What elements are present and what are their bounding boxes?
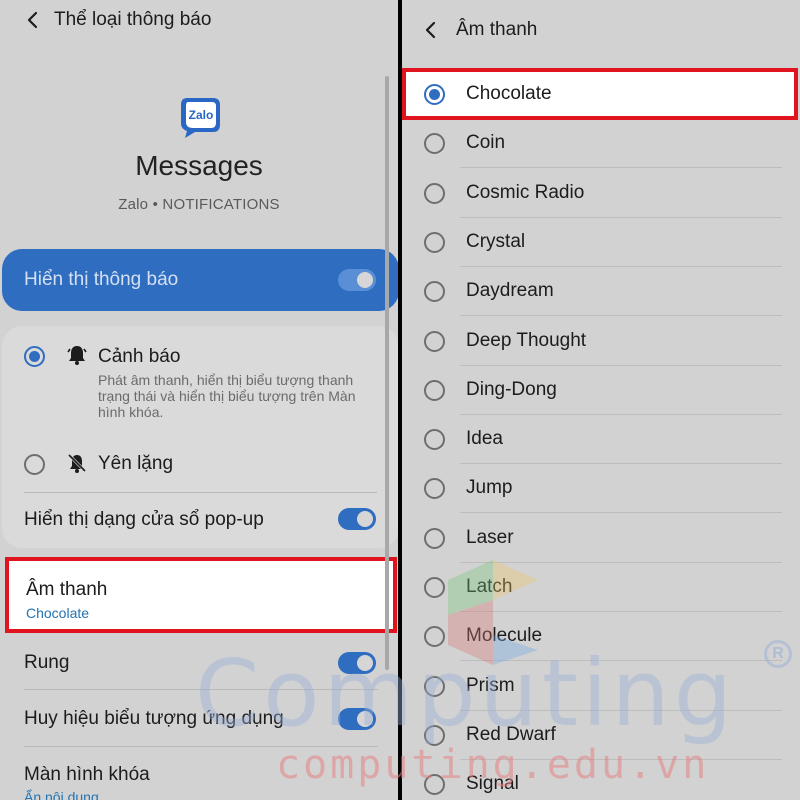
sound-option[interactable]: Chocolate xyxy=(402,70,800,119)
sound-name: Coin xyxy=(466,132,506,154)
sound-option[interactable]: Idea xyxy=(402,415,800,465)
sound-name: Ding-Dong xyxy=(466,378,557,400)
page-title: Âm thanh xyxy=(456,19,538,40)
popup-label: Hiển thị dạng cửa sổ pop-up xyxy=(24,509,264,530)
app-subtitle: Zalo • NOTIFICATIONS xyxy=(118,196,280,213)
bell-icon xyxy=(66,344,88,371)
divider xyxy=(24,746,378,747)
app-name: Messages xyxy=(135,150,263,181)
vibrate-toggle[interactable] xyxy=(338,652,376,674)
sound-name: Signal xyxy=(466,773,519,795)
show-notifications-label: Hiển thị thông báo xyxy=(24,269,179,290)
sound-option[interactable]: Coin xyxy=(402,119,800,169)
sound-name: Laser xyxy=(466,526,514,548)
sound-name: Chocolate xyxy=(466,83,552,104)
sound-option[interactable]: Molecule xyxy=(402,612,800,662)
sound-name: Red Dwarf xyxy=(466,723,556,745)
sound-radio[interactable] xyxy=(424,429,445,451)
sound-name: Crystal xyxy=(466,230,526,252)
sound-option[interactable]: Signal xyxy=(402,760,800,800)
alert-description: Phát âm thanh, hiển thị biểu tượng thanh… xyxy=(98,372,356,420)
header: Thể loại thông báo xyxy=(0,0,398,40)
divider xyxy=(24,689,378,690)
lock-screen-value: Ẩn nội dung xyxy=(24,789,99,800)
silent-radio[interactable] xyxy=(24,454,45,475)
scrollbar[interactable] xyxy=(385,76,389,670)
sound-name: Jump xyxy=(466,477,513,499)
sound-name: Prism xyxy=(466,674,515,696)
sound-name: Daydream xyxy=(466,280,554,302)
sound-option[interactable]: Deep Thought xyxy=(402,317,800,366)
sound-option[interactable]: Red Dwarf xyxy=(402,711,800,760)
back-arrow-icon[interactable] xyxy=(420,19,442,41)
silent-title: Yên lặng xyxy=(98,453,174,474)
divider xyxy=(24,492,377,493)
sound-value: Chocolate xyxy=(26,605,90,621)
sound-radio[interactable] xyxy=(424,379,445,401)
sound-radio[interactable] xyxy=(424,626,445,648)
sound-name: Cosmic Radio xyxy=(466,181,585,203)
header: Âm thanh xyxy=(402,10,800,50)
sound-radio[interactable] xyxy=(424,527,445,549)
sound-radio[interactable] xyxy=(424,675,445,697)
badge-toggle[interactable] xyxy=(338,708,376,730)
sound-option[interactable]: Daydream xyxy=(402,267,800,317)
sound-option[interactable]: Prism xyxy=(402,662,800,711)
sound-name: Latch xyxy=(466,576,513,597)
sound-label: Âm thanh xyxy=(26,579,108,600)
back-arrow-icon[interactable] xyxy=(22,9,44,31)
sound-radio[interactable] xyxy=(424,133,445,155)
sound-name: Idea xyxy=(466,428,503,450)
sound-name: Molecule xyxy=(466,625,543,647)
sound-radio[interactable] xyxy=(424,724,445,746)
sound-radio[interactable] xyxy=(424,84,445,105)
sound-setting-row[interactable]: Âm thanh Chocolate xyxy=(5,557,397,633)
zalo-logo-icon: Zalo xyxy=(177,94,223,140)
alert-radio[interactable] xyxy=(24,346,45,367)
sound-radio[interactable] xyxy=(424,330,445,352)
sound-option[interactable]: Laser xyxy=(402,514,800,563)
sound-picker-panel: Âm thanh Chocolate Coin Cosmic Radio Crysta… xyxy=(402,0,800,800)
sound-radio[interactable] xyxy=(424,182,445,204)
popup-toggle[interactable] xyxy=(338,508,376,530)
bell-off-icon xyxy=(66,452,88,479)
show-notifications-row[interactable]: Hiển thị thông báo xyxy=(2,249,398,311)
sound-option[interactable]: Cosmic Radio xyxy=(402,169,800,218)
svg-text:Zalo: Zalo xyxy=(189,108,214,122)
sound-radio[interactable] xyxy=(424,478,445,500)
alert-title: Cảnh báo xyxy=(98,346,181,367)
sound-option[interactable]: Latch xyxy=(402,563,800,612)
sound-option[interactable]: Ding-Dong xyxy=(402,366,800,415)
sound-radio[interactable] xyxy=(424,231,445,253)
page-title: Thể loại thông báo xyxy=(54,9,212,30)
sound-name: Deep Thought xyxy=(466,329,587,351)
lock-screen-label[interactable]: Màn hình khóa xyxy=(24,764,150,786)
badge-label: Huy hiệu biểu tượng ứng dụng xyxy=(24,708,284,729)
notification-category-panel: Thể loại thông báo Zalo Messages Zalo • … xyxy=(0,0,398,800)
sound-radio[interactable] xyxy=(424,577,445,598)
sound-radio[interactable] xyxy=(424,774,445,796)
sound-option[interactable]: Jump xyxy=(402,464,800,514)
show-notifications-toggle[interactable] xyxy=(338,269,376,291)
sound-radio[interactable] xyxy=(424,281,445,303)
vibrate-label: Rung xyxy=(24,652,70,673)
settings-card: Cảnh báo Phát âm thanh, hiển thị biểu tư… xyxy=(2,326,398,548)
sound-option[interactable]: Crystal xyxy=(402,218,800,267)
